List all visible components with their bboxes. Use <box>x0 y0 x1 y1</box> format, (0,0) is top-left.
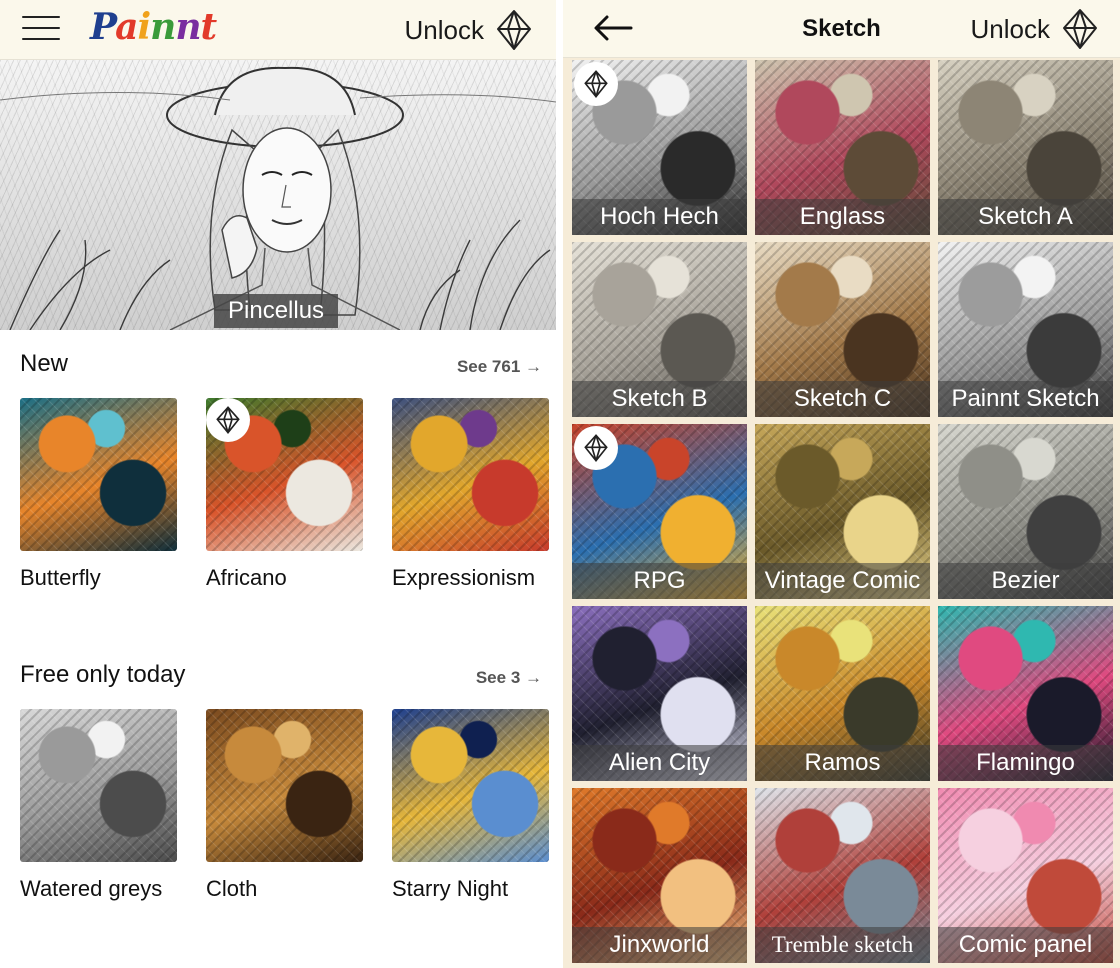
style-tile-label: Comic panel <box>938 927 1113 963</box>
diamond-icon <box>584 434 608 463</box>
style-tile-label: Sketch A <box>938 199 1113 235</box>
style-tile-label: Sketch C <box>755 381 930 417</box>
style-tile-label: Bezier <box>938 563 1113 599</box>
style-tile-rpg[interactable]: RPG <box>572 424 747 599</box>
style-tile-label: Painnt Sketch <box>938 381 1113 417</box>
left-screen: Painnt Unlock Pincellus New See 761 → Bu… <box>0 0 556 968</box>
style-tile-label: Sketch B <box>572 381 747 417</box>
style-tile-label: Hoch Hech <box>572 199 747 235</box>
diamond-icon <box>216 406 240 435</box>
sketch-portrait-illustration <box>0 66 556 330</box>
style-tile-alien-city[interactable]: Alien City <box>572 606 747 781</box>
style-thumbnail <box>392 709 549 862</box>
style-tile-label: Alien City <box>572 745 747 781</box>
style-tile-englass[interactable]: Englass <box>755 60 930 235</box>
unlock-label: Unlock <box>970 13 1050 44</box>
style-tile-label: Flamingo <box>938 745 1113 781</box>
style-tile-sketch-b[interactable]: Sketch B <box>572 242 747 417</box>
style-caption: Starry Night <box>392 876 509 901</box>
style-tile-bezier[interactable]: Bezier <box>938 424 1113 599</box>
style-tile-label: Jinxworld <box>572 927 747 963</box>
home-top-bar: Painnt Unlock <box>0 0 556 60</box>
style-caption: Watered greys <box>20 876 163 901</box>
style-tile-label: Tremble sketch <box>755 927 930 963</box>
category-top-bar: Sketch Unlock <box>563 0 1120 58</box>
premium-badge <box>574 426 618 470</box>
style-caption: Africano <box>206 565 287 590</box>
premium-badge <box>574 62 618 106</box>
style-card-cloth[interactable]: Cloth <box>206 709 363 902</box>
style-tile-label: Vintage Comic <box>755 563 930 599</box>
style-thumbnail <box>20 709 177 862</box>
style-caption: Expressionism <box>392 565 536 590</box>
style-card-watered-greys[interactable]: Watered greys <box>20 709 177 902</box>
style-tile-jinxworld[interactable]: Jinxworld <box>572 788 747 963</box>
style-tile-hoch-hech[interactable]: Hoch Hech <box>572 60 747 235</box>
featured-style-banner[interactable]: Pincellus <box>0 60 556 330</box>
diamond-icon <box>1063 9 1097 49</box>
style-tile-sketch-c[interactable]: Sketch C <box>755 242 930 417</box>
style-tile-sketch-a[interactable]: Sketch A <box>938 60 1113 235</box>
style-tile-label: Englass <box>755 199 930 235</box>
style-grid: Hoch Hech Englass Sketch A Sketch B Sket… <box>572 60 1120 968</box>
style-card-expressionism[interactable]: Expressionism <box>392 398 549 591</box>
section-title-new: New <box>20 350 69 377</box>
style-card-butterfly[interactable]: Butterfly <box>20 398 177 591</box>
style-thumbnail <box>20 398 177 551</box>
style-tile-label: Ramos <box>755 745 930 781</box>
section-title-free-today: Free only today <box>20 661 186 688</box>
featured-style-label: Pincellus <box>214 294 339 328</box>
style-card-starry-night[interactable]: Starry Night <box>392 709 549 902</box>
style-tile-comic-panel[interactable]: Comic panel <box>938 788 1113 963</box>
see-all-free-link[interactable]: See 3 → <box>476 668 542 688</box>
style-tile-label: RPG <box>572 563 747 599</box>
unlock-button[interactable]: Unlock <box>971 0 1098 58</box>
style-caption: Butterfly <box>20 565 101 590</box>
style-tile-ramos[interactable]: Ramos <box>755 606 930 781</box>
right-screen: Sketch Unlock Hoch Hech Englass Sketch A… <box>563 0 1120 968</box>
style-tile-painnt-sketch[interactable]: Painnt Sketch <box>938 242 1113 417</box>
diamond-icon <box>584 70 608 99</box>
style-card-africano[interactable]: Africano <box>206 398 363 591</box>
style-tile-flamingo[interactable]: Flamingo <box>938 606 1113 781</box>
unlock-label: Unlock <box>404 14 484 45</box>
style-thumbnail <box>392 398 549 551</box>
hamburger-icon[interactable] <box>22 14 62 42</box>
app-logo: Painnt <box>90 6 217 48</box>
unlock-button[interactable]: Unlock <box>405 0 532 60</box>
style-thumbnail <box>206 398 363 551</box>
see-all-new-link[interactable]: See 761 → <box>457 357 542 377</box>
style-caption: Cloth <box>206 876 258 901</box>
style-tile-vintage-comic[interactable]: Vintage Comic <box>755 424 930 599</box>
premium-badge <box>206 398 250 442</box>
diamond-icon <box>497 10 531 50</box>
style-thumbnail <box>206 709 363 862</box>
style-tile-tremble-sketch[interactable]: Tremble sketch <box>755 788 930 963</box>
